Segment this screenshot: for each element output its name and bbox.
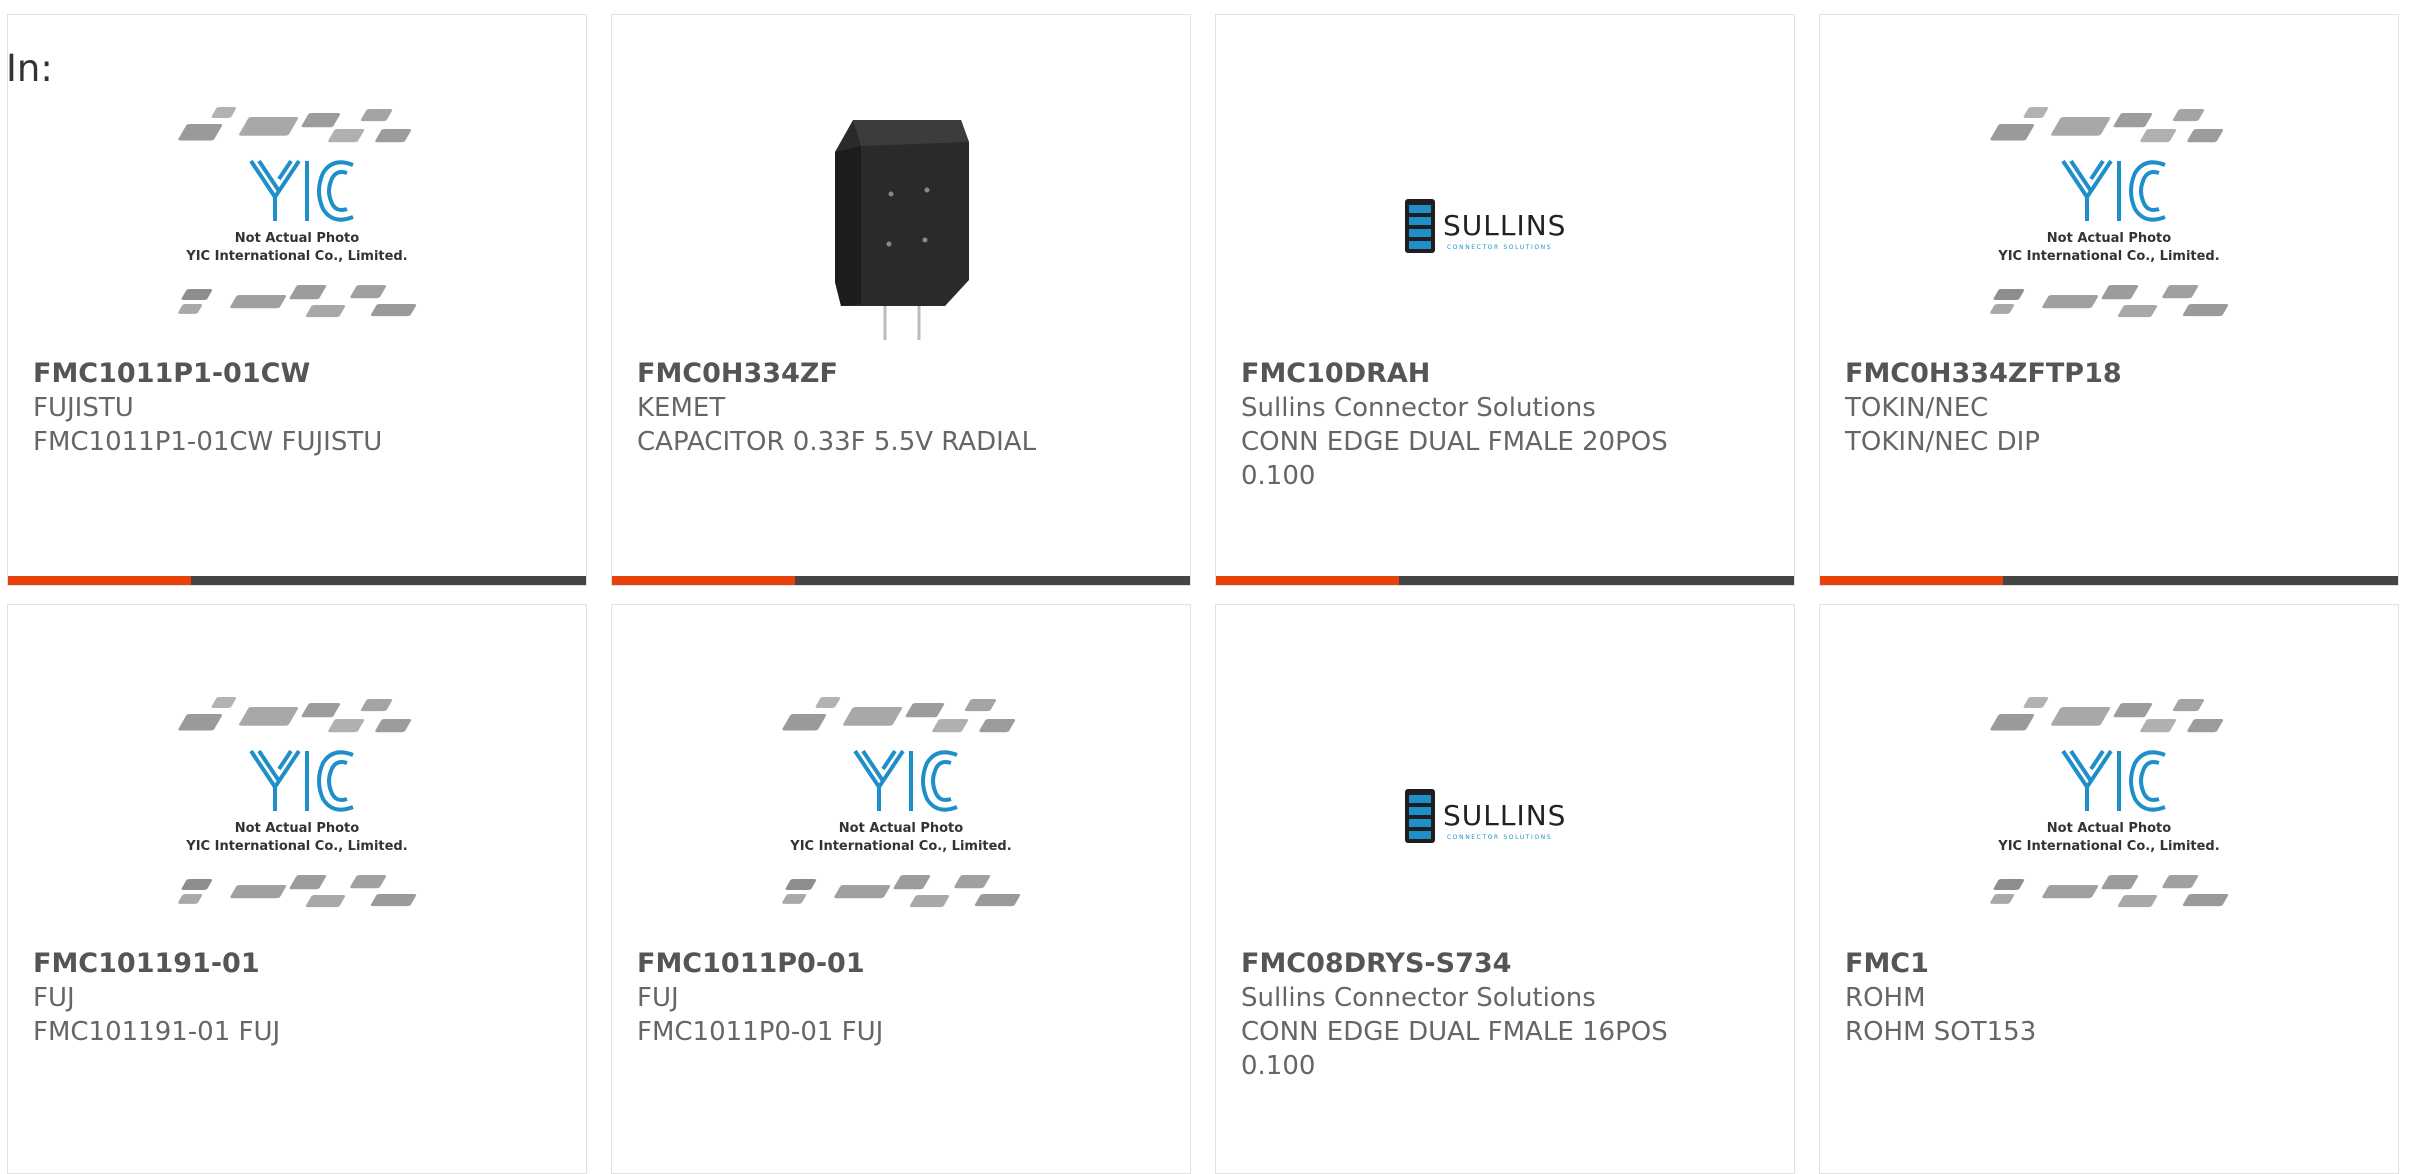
svg-text:Not Actual Photo: Not Actual Photo <box>235 231 359 246</box>
description: CAPACITOR 0.33F 5.5V RADIAL <box>637 427 1037 457</box>
product-image[interactable] <box>612 93 1190 355</box>
card-footer-bar <box>612 576 1190 585</box>
svg-text:YIC International Co., Limited: YIC International Co., Limited. <box>185 249 407 264</box>
part-number[interactable]: FMC101191-01 <box>33 947 566 981</box>
product-card[interactable]: SULLINS CONNECTOR SOLUTIONS FMC10DRAH Su… <box>1215 14 1795 586</box>
results-heading: In: <box>6 47 53 90</box>
card-accent-bar <box>8 576 191 585</box>
svg-text:YIC International Co., Limited: YIC International Co., Limited. <box>789 839 1011 854</box>
part-number[interactable]: FMC1 <box>1845 947 2378 981</box>
part-number[interactable]: FMC1011P1-01CW <box>33 357 566 391</box>
product-card[interactable]: Not Actual Photo YIC International Co., … <box>1819 14 2399 586</box>
product-card[interactable]: FMC0H334ZF KEMET CAPACITOR 0.33F 5.5V RA… <box>611 14 1191 586</box>
svg-text:YIC International Co., Limited: YIC International Co., Limited. <box>1997 839 2219 854</box>
description: FMC1011P0-01 FUJ <box>637 1017 884 1047</box>
svg-text:CONNECTOR SOLUTIONS: CONNECTOR SOLUTIONS <box>1447 834 1552 841</box>
card-accent-bar <box>612 576 795 585</box>
product-card[interactable]: Not Actual Photo YIC International Co., … <box>7 14 587 586</box>
card-footer-bar <box>1216 576 1794 585</box>
svg-text:YIC International Co., Limited: YIC International Co., Limited. <box>1997 249 2219 264</box>
product-image[interactable]: Not Actual Photo YIC International Co., … <box>8 93 586 355</box>
manufacturer: Sullins Connector Solutions <box>1241 983 1596 1013</box>
part-number[interactable]: FMC1011P0-01 <box>637 947 1170 981</box>
card-footer-bar <box>1820 576 2398 585</box>
svg-text:SULLINS: SULLINS <box>1443 799 1566 832</box>
svg-text:Not Actual Photo: Not Actual Photo <box>2047 231 2171 246</box>
product-card[interactable]: Not Actual Photo YIC International Co., … <box>611 604 1191 1174</box>
manufacturer: FUJISTU <box>33 393 134 423</box>
description: FMC1011P1-01CW FUJISTU <box>33 427 383 457</box>
product-image[interactable]: SULLINS CONNECTOR SOLUTIONS <box>1216 93 1794 355</box>
manufacturer: FUJ <box>33 983 75 1013</box>
card-accent-bar <box>1820 576 2003 585</box>
part-number[interactable]: FMC0H334ZF <box>637 357 1170 391</box>
description: CONN EDGE DUAL FMALE 20POS 0.100 <box>1241 427 1668 491</box>
part-number[interactable]: FMC0H334ZFTP18 <box>1845 357 2378 391</box>
product-image[interactable]: SULLINS CONNECTOR SOLUTIONS <box>1216 683 1794 945</box>
manufacturer: KEMET <box>637 393 726 423</box>
svg-text:Not Actual Photo: Not Actual Photo <box>235 821 359 836</box>
description: ROHM SOT153 <box>1845 1017 2037 1047</box>
description: TOKIN/NEC DIP <box>1845 427 2040 457</box>
card-footer-bar <box>8 576 586 585</box>
product-image[interactable]: Not Actual Photo YIC International Co., … <box>8 683 586 945</box>
svg-text:Not Actual Photo: Not Actual Photo <box>2047 821 2171 836</box>
manufacturer: FUJ <box>637 983 679 1013</box>
part-number[interactable]: FMC10DRAH <box>1241 357 1774 391</box>
svg-text:CONNECTOR SOLUTIONS: CONNECTOR SOLUTIONS <box>1447 244 1552 251</box>
svg-text:SULLINS: SULLINS <box>1443 209 1566 242</box>
product-card[interactable]: Not Actual Photo YIC International Co., … <box>1819 604 2399 1174</box>
product-card[interactable]: SULLINS CONNECTOR SOLUTIONS FMC08DRYS-S7… <box>1215 604 1795 1174</box>
manufacturer: Sullins Connector Solutions <box>1241 393 1596 423</box>
product-image[interactable]: Not Actual Photo YIC International Co., … <box>612 683 1190 945</box>
description: CONN EDGE DUAL FMALE 16POS 0.100 <box>1241 1017 1668 1081</box>
description: FMC101191-01 FUJ <box>33 1017 281 1047</box>
product-image[interactable]: Not Actual Photo YIC International Co., … <box>1820 93 2398 355</box>
product-card[interactable]: Not Actual Photo YIC International Co., … <box>7 604 587 1174</box>
manufacturer: ROHM <box>1845 983 1926 1013</box>
part-number[interactable]: FMC08DRYS-S734 <box>1241 947 1774 981</box>
product-image[interactable]: Not Actual Photo YIC International Co., … <box>1820 683 2398 945</box>
card-accent-bar <box>1216 576 1399 585</box>
manufacturer: TOKIN/NEC <box>1845 393 1989 423</box>
svg-text:Not Actual Photo: Not Actual Photo <box>839 821 963 836</box>
svg-text:YIC International Co., Limited: YIC International Co., Limited. <box>185 839 407 854</box>
